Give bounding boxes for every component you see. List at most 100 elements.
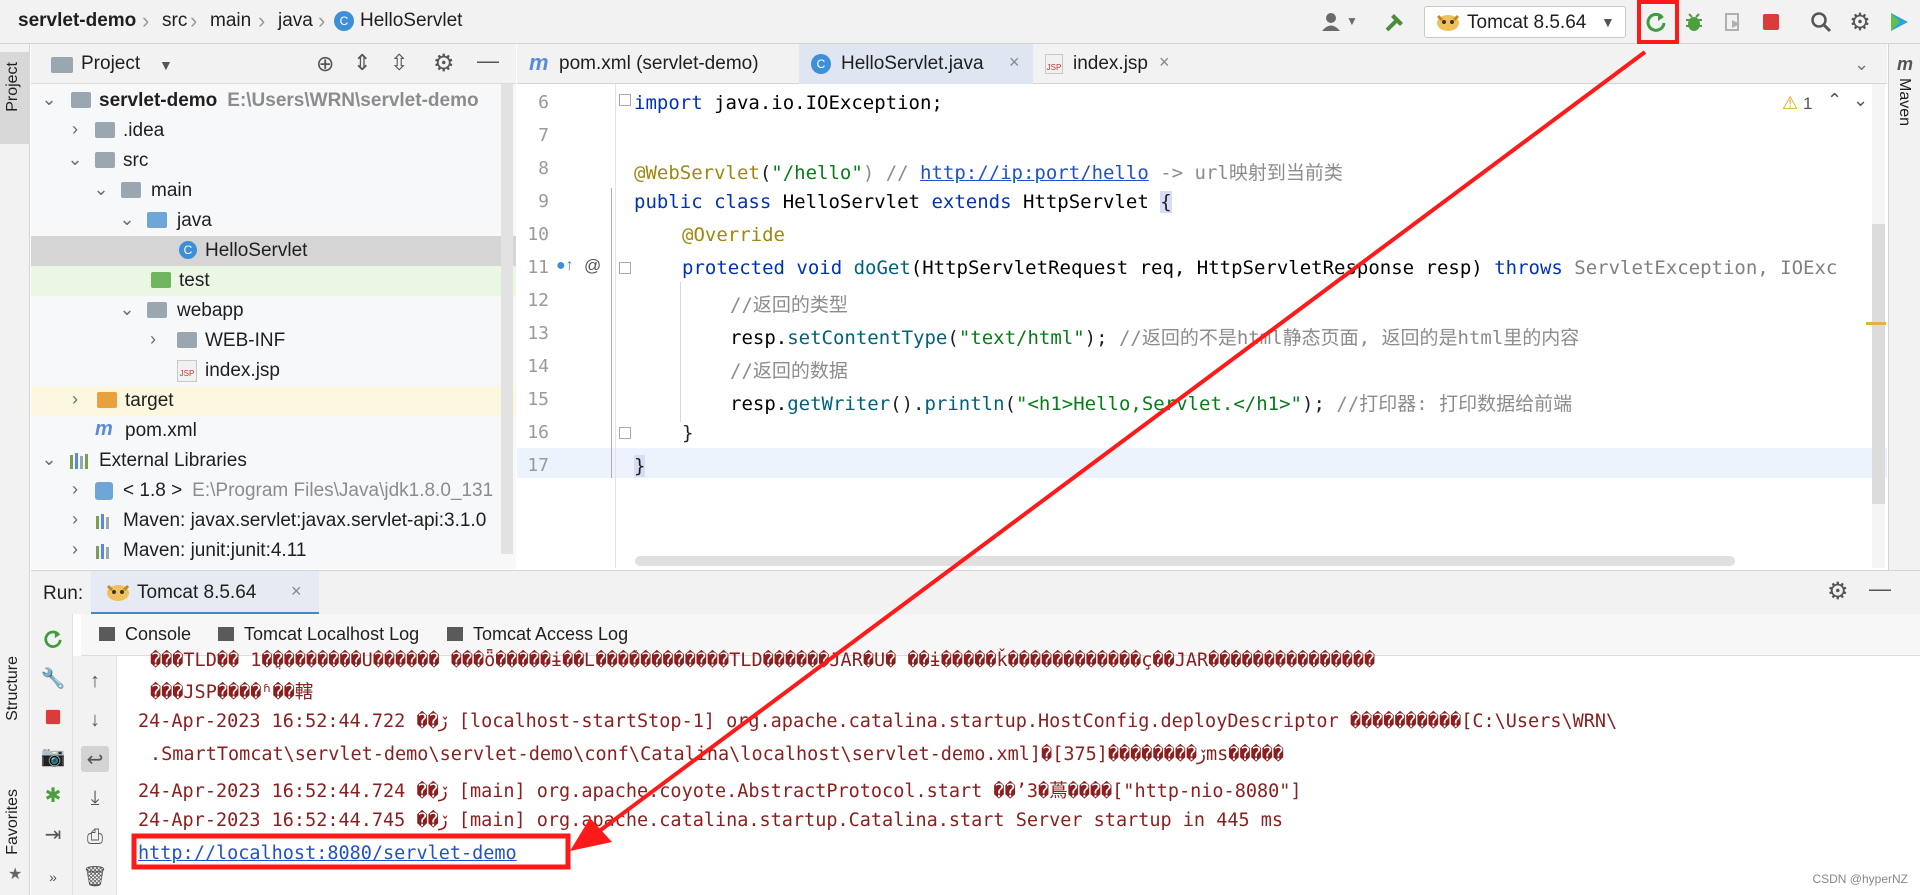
tab-options-icon[interactable]: ⌄ bbox=[1854, 54, 1869, 75]
horizontal-scrollbar[interactable] bbox=[635, 556, 1735, 566]
hide-panel-icon[interactable]: — bbox=[1869, 576, 1891, 602]
debug-icon[interactable] bbox=[1679, 8, 1709, 36]
tab-index-jsp[interactable]: JSP index.jsp × bbox=[1033, 44, 1183, 84]
close-icon[interactable]: × bbox=[1159, 52, 1170, 73]
editor-scrollbar-thumb[interactable] bbox=[1872, 224, 1885, 504]
code-line-9: public class HelloServlet extends HttpSe… bbox=[634, 191, 1172, 213]
tab-pom-xml[interactable]: m pom.xml (servlet-demo) bbox=[517, 44, 799, 84]
tomcat-icon bbox=[105, 581, 131, 608]
chevron-right-icon[interactable]: › bbox=[145, 329, 161, 350]
stop-icon[interactable] bbox=[39, 704, 67, 730]
chevron-down-icon[interactable]: ⌄ bbox=[41, 89, 57, 110]
tree-item-webapp[interactable]: ⌄ webapp bbox=[31, 296, 516, 326]
tree-item-test[interactable]: test bbox=[31, 266, 516, 296]
camera-icon[interactable]: 📷 bbox=[39, 743, 67, 769]
tree-item-junit[interactable]: › Maven: junit:junit:4.11 bbox=[31, 536, 516, 566]
chevron-right-icon[interactable]: › bbox=[67, 389, 83, 410]
tree-item-index-jsp[interactable]: JSP index.jsp bbox=[31, 356, 516, 386]
project-panel-title[interactable]: Project bbox=[81, 53, 140, 75]
error-stripe-mark[interactable] bbox=[1866, 322, 1886, 325]
tab-tomcat-localhost-log[interactable]: Tomcat Localhost Log bbox=[218, 624, 419, 645]
rerun-icon[interactable] bbox=[1641, 8, 1671, 36]
tree-item-helloservlet[interactable]: C HelloServlet bbox=[31, 236, 516, 266]
chevron-down-icon[interactable]: ⌄ bbox=[119, 299, 135, 320]
run-config-select[interactable]: Tomcat 8.5.64 ▼ bbox=[1424, 6, 1626, 38]
tree-item-servlet-demo[interactable]: ⌄ servlet-demo E:\Users\WRN\servlet-demo bbox=[31, 86, 516, 116]
tree-item-java[interactable]: ⌄ java bbox=[31, 206, 516, 236]
tree-item-main[interactable]: ⌄ main bbox=[31, 176, 516, 206]
tree-item-external-libraries[interactable]: ⌄ External Libraries bbox=[31, 446, 516, 476]
chevron-right-icon[interactable]: › bbox=[67, 119, 83, 140]
arrow-up-icon[interactable]: ↑ bbox=[81, 668, 109, 694]
maven-tool-tab[interactable]: m Maven bbox=[1889, 50, 1920, 150]
user-icon[interactable] bbox=[1318, 8, 1348, 36]
gear-icon[interactable]: ⚙ bbox=[433, 49, 455, 78]
editor-tab-bar: m pom.xml (servlet-demo) C HelloServlet.… bbox=[517, 44, 1887, 87]
breadcrumb-helloservlet[interactable]: HelloServlet bbox=[360, 10, 462, 32]
chevron-up-icon[interactable]: ⌃ bbox=[1827, 90, 1842, 111]
tree-scrollbar[interactable] bbox=[501, 84, 513, 554]
chevron-right-icon[interactable]: › bbox=[67, 479, 83, 500]
chevron-down-icon[interactable]: ⌄ bbox=[119, 209, 135, 230]
hammer-icon[interactable] bbox=[1380, 8, 1410, 36]
warning-count[interactable]: 1 bbox=[1803, 94, 1812, 114]
tab-console[interactable]: Console bbox=[99, 624, 191, 645]
rerun-icon[interactable] bbox=[39, 626, 67, 652]
expand-all-icon[interactable]: ⇕ bbox=[353, 50, 371, 76]
tree-item-web-inf[interactable]: › WEB-INF bbox=[31, 326, 516, 356]
project-tool-tab[interactable]: Project bbox=[0, 52, 30, 144]
gear-icon[interactable]: ⚙ bbox=[1827, 577, 1849, 606]
breadcrumb-java[interactable]: java bbox=[278, 10, 313, 32]
tab-tomcat-access-log[interactable]: Tomcat Access Log bbox=[447, 624, 628, 645]
chevron-down-icon[interactable]: ▼ bbox=[159, 57, 173, 73]
chevron-down-icon[interactable]: ▼ bbox=[1346, 14, 1358, 28]
chevron-down-icon[interactable]: ⌄ bbox=[67, 149, 83, 170]
hide-panel-icon[interactable]: — bbox=[477, 48, 499, 74]
chevron-down-icon[interactable]: ⌄ bbox=[1853, 90, 1868, 111]
locate-icon[interactable]: ⊕ bbox=[316, 51, 334, 77]
tree-item-src[interactable]: ⌄ src bbox=[31, 146, 516, 176]
warning-icon[interactable]: ⚠ bbox=[1782, 93, 1798, 114]
chevron-down-icon[interactable]: ⌄ bbox=[41, 449, 57, 470]
trash-icon[interactable]: 🗑 bbox=[81, 863, 109, 889]
close-icon[interactable]: × bbox=[1009, 52, 1020, 73]
close-icon[interactable]: × bbox=[291, 581, 302, 602]
print-icon[interactable]: ⎙ bbox=[81, 824, 109, 850]
tree-item-jdk[interactable]: › < 1.8 > E:\Program Files\Java\jdk1.8.0_… bbox=[31, 476, 516, 506]
run-tab-tomcat[interactable]: Tomcat 8.5.64 × bbox=[91, 571, 319, 615]
chevron-down-icon[interactable]: ⌄ bbox=[93, 179, 109, 200]
more-icon[interactable]: » bbox=[39, 864, 67, 890]
tab-helloservlet-java[interactable]: C HelloServlet.java × bbox=[799, 44, 1033, 87]
editor-scrollbar-track[interactable] bbox=[1872, 84, 1885, 568]
project-folder-icon bbox=[51, 57, 73, 73]
breadcrumb-project[interactable]: servlet-demo bbox=[18, 10, 136, 32]
gear-icon[interactable]: ⚙ bbox=[1845, 8, 1875, 36]
structure-tool-tab[interactable]: Structure bbox=[0, 656, 30, 766]
exit-icon[interactable]: ⇥ bbox=[39, 821, 67, 847]
stop-icon[interactable] bbox=[1756, 8, 1786, 36]
breadcrumb-src[interactable]: src bbox=[162, 10, 187, 32]
run-label: Run: bbox=[43, 583, 84, 604]
arrow-down-icon[interactable]: ↓ bbox=[81, 707, 109, 733]
wrench-icon[interactable]: 🔧 bbox=[39, 665, 67, 691]
chevron-right-icon[interactable]: › bbox=[67, 509, 83, 530]
fold-icon[interactable] bbox=[619, 94, 631, 106]
scroll-to-end-icon[interactable]: ⤓ bbox=[81, 785, 109, 811]
debug-icon[interactable]: ✱ bbox=[39, 782, 67, 808]
breadcrumb-main[interactable]: main bbox=[210, 10, 251, 32]
search-icon[interactable] bbox=[1806, 8, 1836, 36]
tree-item-idea[interactable]: › .idea bbox=[31, 116, 516, 146]
override-marker-icon[interactable]: ●↑ bbox=[556, 257, 574, 275]
tree-item-target[interactable]: › target bbox=[31, 386, 516, 416]
tree-item-servlet-api[interactable]: › Maven: javax.servlet:javax.servlet-api… bbox=[31, 506, 516, 536]
tree-item-pom-xml[interactable]: m pom.xml bbox=[31, 416, 516, 446]
annotation-marker-icon[interactable]: @ bbox=[584, 256, 601, 276]
fold-icon[interactable] bbox=[619, 427, 631, 439]
soft-wrap-icon[interactable]: ↩ bbox=[81, 746, 109, 772]
fold-icon[interactable] bbox=[619, 262, 631, 274]
chevron-right-icon[interactable]: › bbox=[67, 539, 83, 560]
collapse-all-icon[interactable]: ⇳ bbox=[390, 50, 408, 76]
server-url-link[interactable]: http://localhost:8080/servlet-demo bbox=[138, 843, 517, 864]
coverage-icon[interactable] bbox=[1718, 8, 1748, 36]
update-icon[interactable] bbox=[1884, 8, 1914, 36]
